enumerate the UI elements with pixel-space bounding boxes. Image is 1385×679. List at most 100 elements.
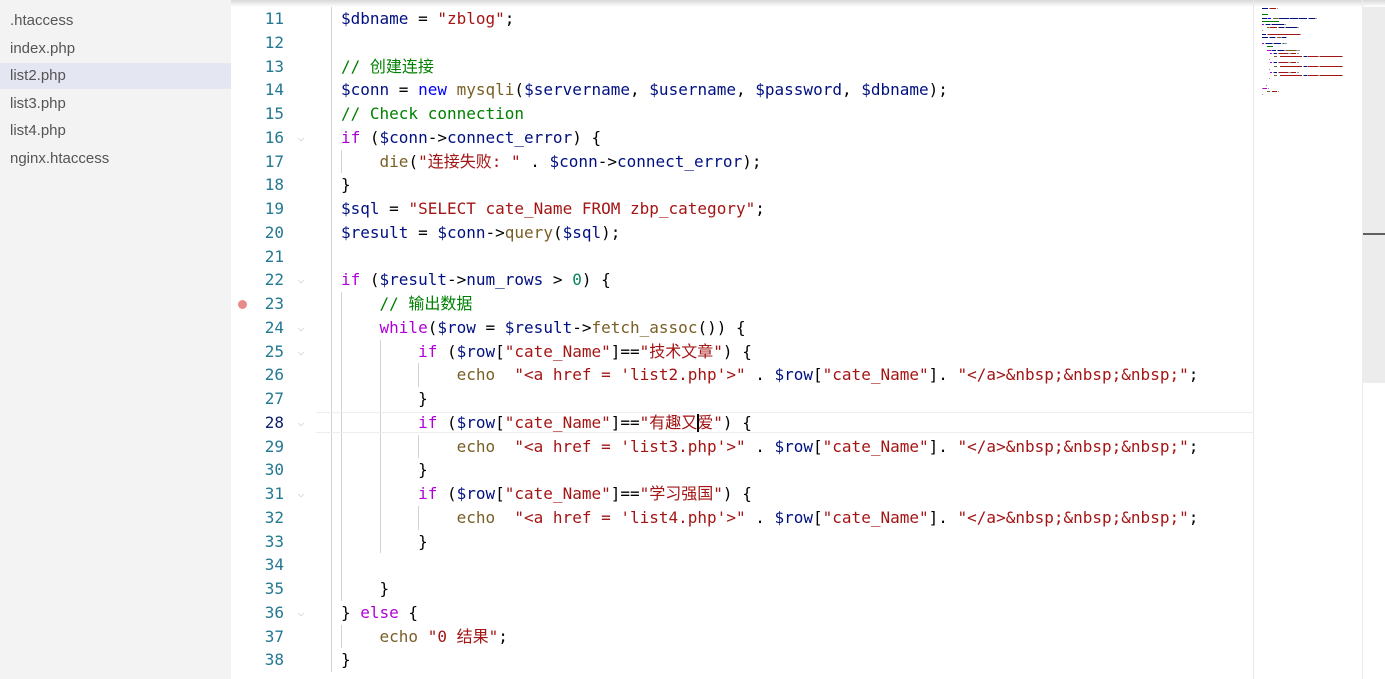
scrollbar-thumb[interactable] bbox=[1363, 7, 1385, 383]
chevron-down-icon[interactable]: ⌵ bbox=[295, 345, 307, 358]
code-line[interactable]: $dbname = "zblog"; bbox=[341, 7, 514, 31]
line-number: 38 bbox=[264, 650, 284, 670]
code-token: ( bbox=[408, 151, 419, 171]
chevron-down-icon[interactable]: ⌵ bbox=[295, 321, 307, 334]
line-number: 24 bbox=[264, 317, 284, 337]
code-line[interactable]: // 输出数据 bbox=[341, 292, 473, 316]
file-item[interactable]: list2.php bbox=[0, 63, 231, 89]
minimap-stroke bbox=[1278, 62, 1289, 64]
code-line[interactable]: // 创建连接 bbox=[341, 55, 434, 79]
code-token: $row bbox=[437, 317, 476, 337]
minimap-stroke bbox=[1278, 72, 1289, 73]
breakpoint-icon[interactable] bbox=[238, 299, 247, 309]
minimap-stroke bbox=[1262, 30, 1263, 32]
code-line[interactable]: echo "0 结果"; bbox=[341, 625, 508, 649]
minimap[interactable] bbox=[1253, 0, 1363, 679]
code-token: -> bbox=[572, 317, 592, 337]
code-token: ) { bbox=[572, 127, 602, 147]
code-token: if bbox=[418, 341, 438, 361]
line-number: 15 bbox=[264, 104, 284, 123]
vertical-scrollbar[interactable] bbox=[1362, 0, 1385, 679]
code-token: "</a>&nbsp;&nbsp;&nbsp;" bbox=[957, 365, 1189, 385]
minimap-stroke bbox=[1308, 65, 1319, 67]
code-token: ; bbox=[498, 626, 508, 646]
code-line[interactable]: if ($row["cate_Name"]=="学习强国") { bbox=[341, 482, 752, 506]
code-line[interactable]: if ($result->num_rows > 0) { bbox=[341, 268, 611, 292]
code-line[interactable]: } else { bbox=[341, 601, 418, 625]
chevron-down-icon[interactable]: ⌵ bbox=[295, 274, 307, 286]
code-line[interactable]: die("连接失败: " . $conn->connect_error); bbox=[341, 150, 762, 174]
code-token: if bbox=[341, 270, 361, 290]
line-number: 27 bbox=[264, 389, 284, 408]
code-token: -> bbox=[427, 127, 447, 147]
code-line[interactable]: $result = $conn->query($sql); bbox=[341, 221, 620, 245]
code-line[interactable]: } bbox=[341, 387, 428, 411]
code-line[interactable]: if ($row["cate_Name"]=="有趣又爱") { bbox=[341, 411, 752, 435]
line-number: 17 bbox=[264, 151, 284, 171]
chevron-down-icon[interactable]: ⌵ bbox=[295, 131, 307, 144]
code-editor[interactable]: 11 12 13 14 15 16 ⌵ 17 18 19 20 21 22 ⌵ 23 24 ⌵ 25 ⌵ 26 27 28… bbox=[231, 0, 1385, 679]
file-item[interactable]: index.php bbox=[0, 36, 231, 62]
code-token: ; bbox=[504, 9, 515, 28]
code-token: $row bbox=[774, 365, 814, 385]
minimap-stroke bbox=[1285, 36, 1288, 38]
code-token: ( bbox=[437, 341, 457, 361]
code-line[interactable]: } bbox=[341, 648, 351, 672]
minimap-stroke bbox=[1270, 52, 1272, 54]
code-token: ]. bbox=[928, 436, 958, 456]
code-line[interactable]: echo "<a href = 'list3.php'>" . $row["ca… bbox=[341, 435, 1199, 459]
code-token: $conn bbox=[341, 80, 390, 100]
minimap-stroke bbox=[1269, 59, 1271, 61]
code-line[interactable]: } bbox=[341, 458, 428, 482]
minimap-stroke bbox=[1262, 36, 1269, 38]
code-line[interactable]: $conn = new mysqli($servername, $usernam… bbox=[341, 78, 948, 102]
code-token: ( bbox=[360, 270, 380, 290]
code-line[interactable]: } bbox=[341, 530, 428, 554]
minimap-stroke bbox=[1296, 62, 1300, 64]
minimap-stroke bbox=[1341, 56, 1343, 57]
chevron-down-icon[interactable]: ⌵ bbox=[295, 606, 307, 619]
code-token: ( bbox=[427, 317, 438, 337]
code-token: $result bbox=[341, 222, 409, 242]
file-item[interactable]: list3.php bbox=[0, 91, 231, 117]
code-token: [ bbox=[813, 507, 823, 527]
code-line[interactable]: echo "<a href = 'list4.php'>" . $row["ca… bbox=[341, 506, 1199, 530]
file-item[interactable]: .htaccess bbox=[0, 8, 231, 34]
line-number: 21 bbox=[264, 246, 284, 266]
code-token: new bbox=[418, 80, 447, 100]
minimap-stroke bbox=[1265, 84, 1267, 86]
line-number: 33 bbox=[264, 531, 284, 551]
code-line[interactable]: if ($row["cate_Name"]=="技术文章") { bbox=[341, 340, 752, 364]
file-item[interactable]: nginx.htaccess bbox=[0, 146, 231, 172]
code-token: , bbox=[841, 80, 862, 100]
code-line[interactable]: echo "<a href = 'list2.php'>" . $row["ca… bbox=[341, 363, 1199, 387]
file-item[interactable]: list4.php bbox=[0, 118, 231, 144]
minimap-stroke bbox=[1262, 14, 1269, 16]
code-token: ) { bbox=[722, 484, 752, 503]
code-line[interactable]: while($row = $result->fetch_assoc()) { bbox=[341, 316, 746, 340]
file-explorer: .htaccess index.php list2.php list3.php list… bbox=[0, 0, 231, 679]
minimap-stroke bbox=[1308, 56, 1319, 57]
code-token: ( bbox=[552, 222, 563, 242]
line-number: 35 bbox=[264, 579, 284, 598]
minimap-stroke bbox=[1270, 62, 1272, 64]
code-token: "有趣又爱" bbox=[639, 412, 723, 432]
code-line[interactable]: } bbox=[341, 577, 390, 601]
code-token: "<a href = 'list2.php'>" bbox=[514, 365, 746, 385]
code-line[interactable]: // Check connection bbox=[341, 102, 524, 126]
code-line[interactable]: } bbox=[341, 173, 351, 197]
code-line[interactable]: $sql = "SELECT cate_Name FROM zbp_catego… bbox=[341, 197, 765, 221]
chevron-down-icon[interactable]: ⌵ bbox=[295, 488, 307, 500]
minimap-stroke bbox=[1280, 75, 1302, 77]
minimap-stroke bbox=[1266, 46, 1273, 48]
code-token: ( bbox=[437, 484, 457, 503]
code-token: $dbname bbox=[341, 9, 409, 28]
code-line[interactable]: if ($conn->connect_error) { bbox=[341, 126, 601, 150]
chevron-down-icon[interactable]: ⌵ bbox=[295, 416, 307, 429]
line-number: 37 bbox=[264, 626, 284, 646]
code-token: ( bbox=[514, 80, 525, 100]
code-token: $sql bbox=[341, 199, 380, 218]
